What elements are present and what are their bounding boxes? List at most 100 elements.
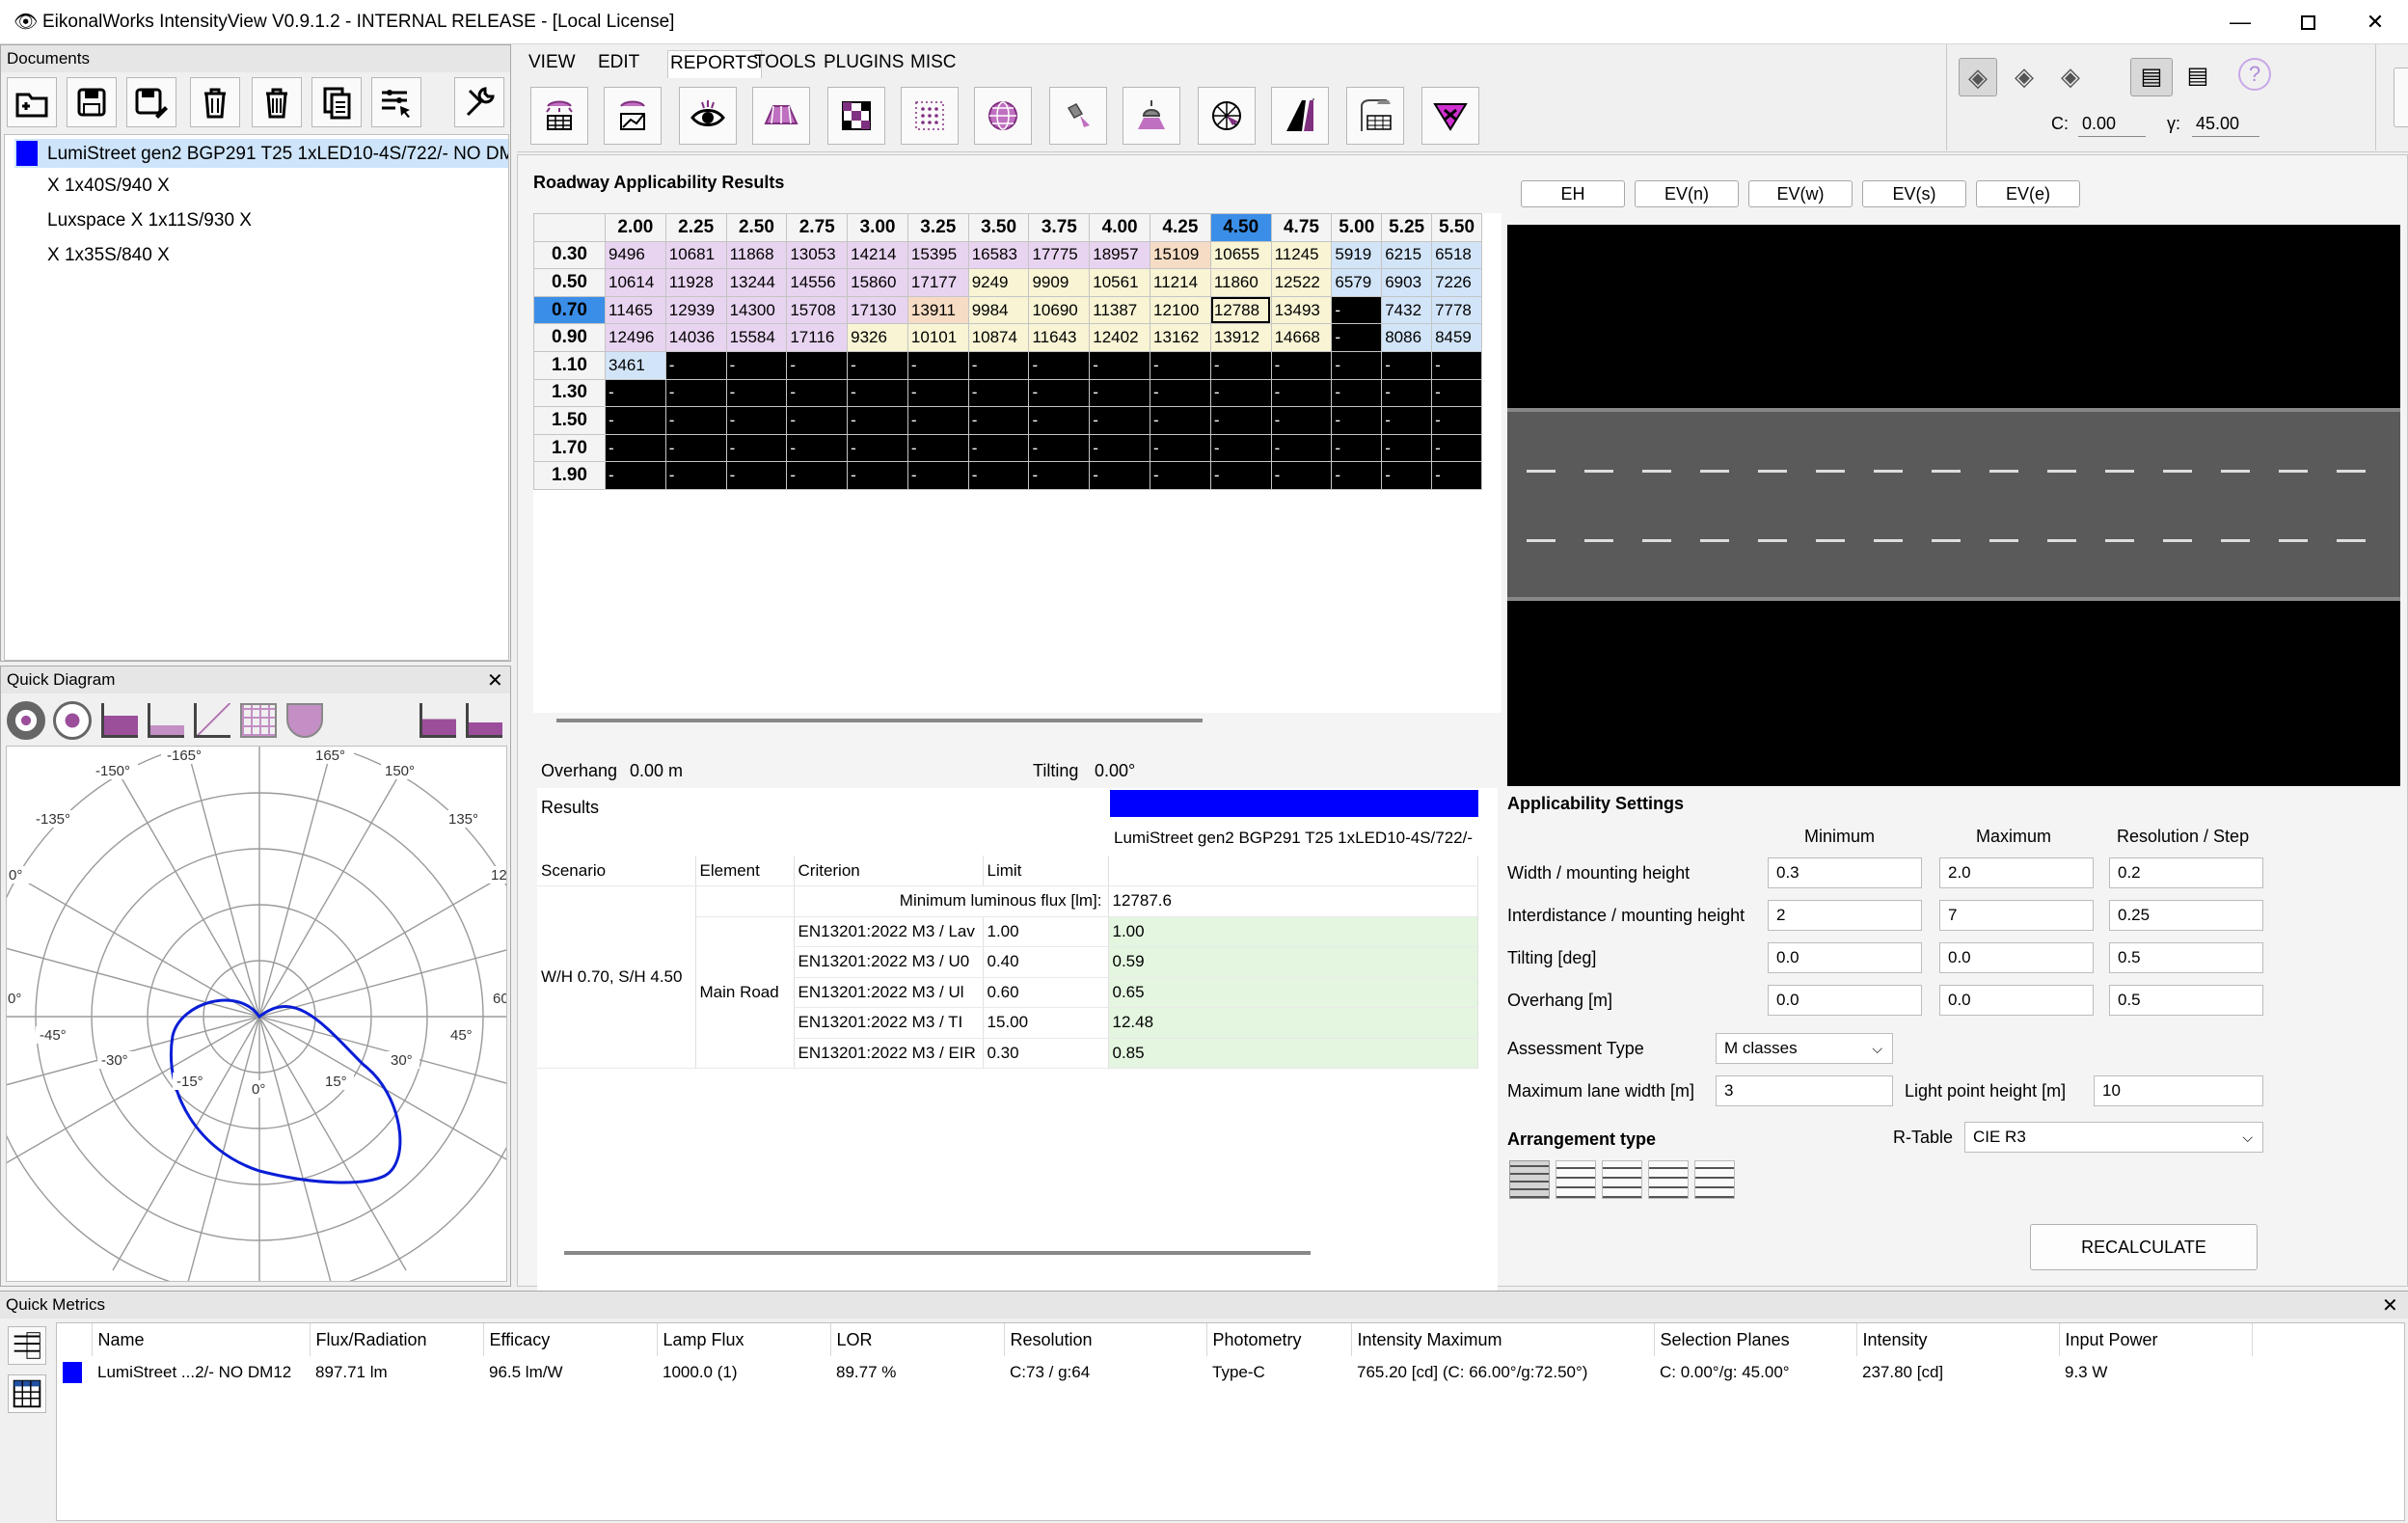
metrics-col-lor[interactable]: LOR [830, 1323, 1005, 1356]
new-document-button[interactable] [7, 77, 57, 127]
width-mh-max-input[interactable]: 2.0 [1939, 857, 2094, 888]
close-window-button[interactable]: ✕ [2343, 2, 2407, 42]
grid-cell[interactable]: - [1209, 406, 1272, 435]
grid-cell[interactable]: 13053 [786, 240, 849, 270]
metrics-list-view-button[interactable] [8, 1326, 46, 1365]
globe-a-alpha-icon[interactable]: ◈ [2051, 58, 2090, 96]
grid-cell[interactable]: 10681 [664, 240, 727, 270]
chart-bars-icon[interactable]: ▤ [2178, 58, 2217, 96]
grid-cell[interactable]: 10561 [1089, 268, 1151, 297]
save-button[interactable] [67, 77, 117, 127]
grid-column-header[interactable]: 2.00 [605, 213, 666, 242]
grid-cell[interactable]: 13162 [1150, 323, 1211, 352]
grid-row-header[interactable]: 1.50 [533, 406, 606, 435]
grid-row-header[interactable]: 0.50 [533, 268, 606, 297]
grid-cell[interactable]: - [967, 406, 1030, 435]
width-mh-min-input[interactable]: 0.3 [1768, 857, 1922, 888]
delete-all-button[interactable] [252, 77, 302, 127]
grid-cell[interactable]: - [906, 378, 969, 408]
grid-cell[interactable]: 3461 [605, 350, 666, 380]
grid-cell[interactable]: 18957 [1089, 240, 1151, 270]
grid-cell-selected[interactable]: 12788 [1209, 295, 1272, 325]
grid-cell[interactable]: - [664, 461, 727, 490]
grid-cell[interactable]: 15708 [786, 295, 849, 325]
grid-cell[interactable]: 10874 [967, 323, 1030, 352]
grid-cell[interactable]: 6579 [1331, 268, 1383, 297]
grid-cell[interactable]: - [847, 378, 908, 408]
grid-row-header[interactable]: 1.10 [533, 350, 606, 380]
grid-cell[interactable]: - [1028, 461, 1091, 490]
grid-cell[interactable]: - [1270, 378, 1333, 408]
metrics-col-resolution[interactable]: Resolution [1004, 1323, 1207, 1356]
grid-column-header[interactable]: 2.50 [725, 213, 788, 242]
maximize-button[interactable] [2276, 2, 2340, 42]
grid-cell[interactable]: - [1089, 406, 1151, 435]
grid-cell[interactable]: - [1331, 350, 1383, 380]
report-globe-button[interactable] [974, 87, 1032, 145]
grid-column-header[interactable]: 5.50 [1431, 213, 1482, 242]
grid-cell[interactable]: 17775 [1028, 240, 1091, 270]
grid-cell[interactable]: 17116 [786, 323, 849, 352]
grid-cell[interactable]: - [1270, 350, 1333, 380]
report-intensity-table-button[interactable] [530, 87, 588, 145]
r-table-select[interactable]: CIE R3 ⌵ [1964, 1122, 2263, 1153]
details-scrollbar[interactable] [564, 1251, 1311, 1255]
grid-cell[interactable]: 17130 [847, 295, 908, 325]
grid-cell[interactable]: - [906, 433, 969, 463]
assessment-type-select[interactable]: M classes ⌵ [1716, 1033, 1893, 1064]
close-quick-metrics-icon[interactable]: ✕ [2382, 1293, 2398, 1318]
minimize-button[interactable]: — [2208, 2, 2272, 42]
report-road-button[interactable] [1271, 87, 1329, 145]
report-isolux-button[interactable] [604, 87, 662, 145]
tab-eh[interactable]: EH [1521, 180, 1625, 207]
grid-cell[interactable]: - [1089, 378, 1151, 408]
grid-cell[interactable]: 12100 [1150, 295, 1211, 325]
grid-cell[interactable]: - [1028, 350, 1091, 380]
grid-cell[interactable]: 9249 [967, 268, 1030, 297]
grid-cell[interactable]: 14556 [786, 268, 849, 297]
grid-cell[interactable]: 5919 [1331, 240, 1383, 270]
report-clear-button[interactable] [1421, 87, 1479, 145]
overhang-max-input[interactable]: 0.0 [1939, 985, 2094, 1016]
overhang-min-input[interactable]: 0.0 [1768, 985, 1922, 1016]
grid-column-header[interactable]: 2.25 [664, 213, 727, 242]
grid-cell[interactable]: - [664, 433, 727, 463]
grid-cell[interactable]: 11928 [664, 268, 727, 297]
grid-cell[interactable]: 10614 [605, 268, 666, 297]
grid-cell[interactable]: 7778 [1431, 295, 1482, 325]
report-streetlight-button[interactable] [1346, 87, 1404, 145]
grid-cell[interactable]: 9496 [605, 240, 666, 270]
grid-cell[interactable]: - [906, 350, 969, 380]
grid-cell[interactable]: 16583 [967, 240, 1030, 270]
light-point-height-input[interactable]: 10 [2094, 1075, 2263, 1106]
save-as-button[interactable] [126, 77, 176, 127]
grid-cell[interactable]: 14214 [847, 240, 908, 270]
report-glare-button[interactable] [679, 87, 737, 145]
document-item-selected[interactable]: LumiStreet gen2 BGP291 T25 1xLED10-4S/72… [14, 139, 508, 168]
grid-cell[interactable]: - [1431, 433, 1482, 463]
grid-cell[interactable]: 6903 [1381, 268, 1433, 297]
grid-cell[interactable]: - [1089, 433, 1151, 463]
grid-cell[interactable]: 11387 [1089, 295, 1151, 325]
grid-cell[interactable]: - [1331, 433, 1383, 463]
grid-cell[interactable]: - [725, 433, 788, 463]
tools-button[interactable] [454, 77, 504, 127]
menu-edit[interactable]: EDIT [598, 52, 639, 73]
grid-column-header[interactable]: 2.75 [786, 213, 849, 242]
grid-cell[interactable]: - [906, 406, 969, 435]
grid-cell[interactable]: - [967, 350, 1030, 380]
grid-cell[interactable]: 6215 [1381, 240, 1433, 270]
tilting-min-input[interactable]: 0.0 [1768, 942, 1922, 973]
grid-cell[interactable]: - [725, 406, 788, 435]
close-quick-diagram-icon[interactable]: ✕ [487, 668, 503, 693]
beam-spread-icon[interactable] [286, 703, 323, 738]
metrics-col-photometry[interactable]: Photometry [1206, 1323, 1352, 1356]
metrics-row[interactable]: LumiStreet ...2/- NO DM12 897.71 lm 96.5… [57, 1356, 2252, 1389]
grid-cell[interactable]: - [1209, 461, 1272, 490]
tab-ev-e[interactable]: EV(e) [1976, 180, 2080, 207]
grid-cell[interactable]: 14300 [725, 295, 788, 325]
grid-cell[interactable]: 7432 [1381, 295, 1433, 325]
grid-cell[interactable]: - [664, 378, 727, 408]
grid-cell[interactable]: 13493 [1270, 295, 1333, 325]
grid-cell[interactable]: - [1270, 406, 1333, 435]
